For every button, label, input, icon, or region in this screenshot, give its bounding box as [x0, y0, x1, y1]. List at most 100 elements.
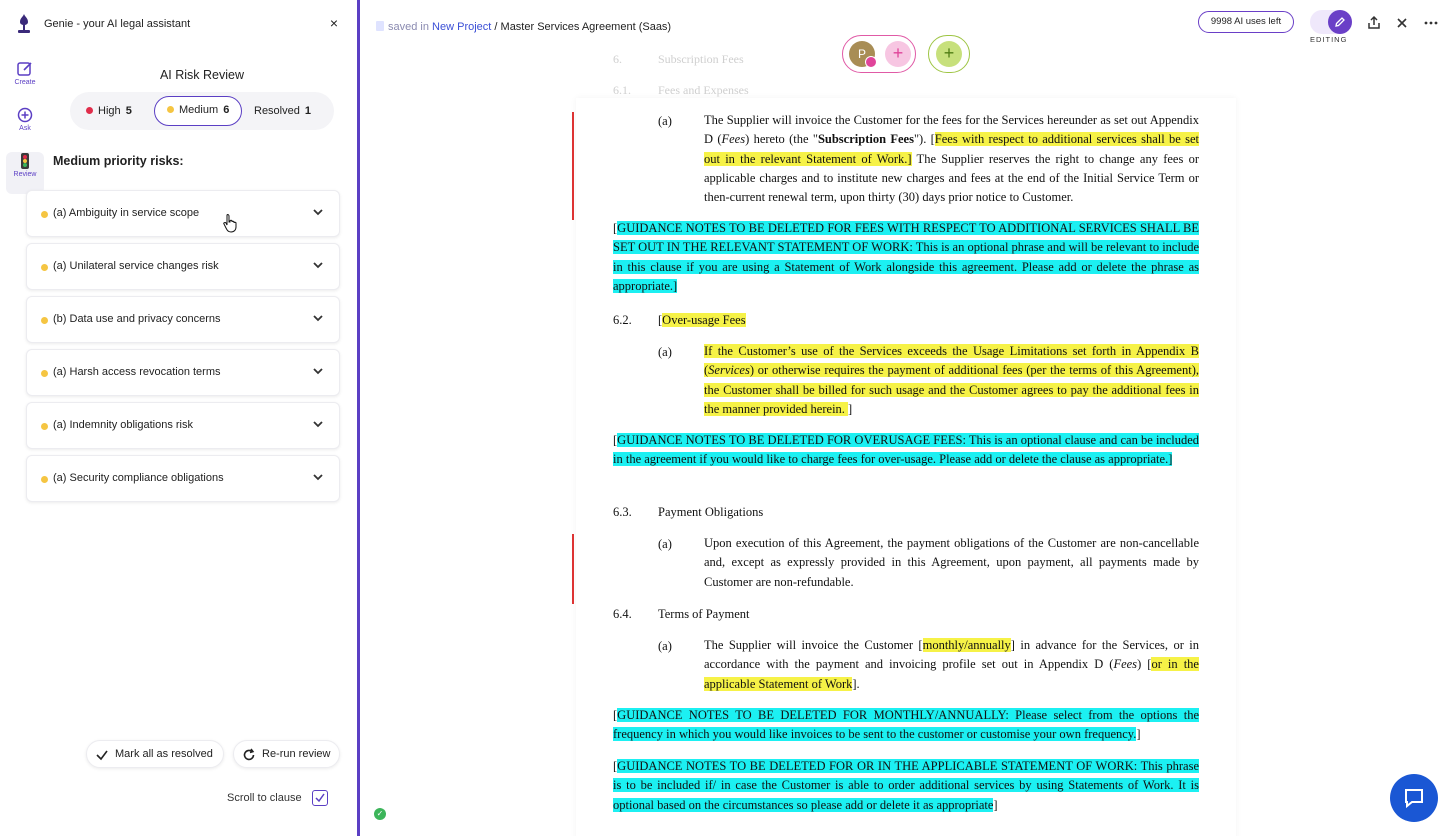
rail-item-ask[interactable]: Ask: [6, 106, 44, 148]
close-document-icon[interactable]: [1394, 15, 1410, 31]
highlighted-text: Over-usage Fees: [662, 313, 746, 327]
clause-paragraph[interactable]: Upon execution of this Agreement, the pa…: [704, 534, 1199, 592]
add-document-button[interactable]: +: [928, 35, 970, 73]
filter-high[interactable]: High 5: [86, 96, 146, 126]
ai-uses-badge: 9998 AI uses left: [1198, 11, 1294, 33]
risk-card[interactable]: (a) Security compliance obligations: [26, 455, 340, 502]
saved-in-label: saved in: [388, 21, 429, 33]
filter-medium-label: Medium: [179, 104, 219, 116]
para-number: (a): [658, 345, 672, 359]
bracket: ]: [848, 401, 853, 416]
chevron-down-icon[interactable]: [311, 470, 325, 484]
filter-resolved-count: 1: [304, 105, 312, 117]
filter-resolved[interactable]: Resolved 1: [254, 96, 326, 126]
guidance-note[interactable]: [GUIDANCE NOTES TO BE DELETED FOR OR IN …: [613, 757, 1199, 815]
medium-dot-icon: [167, 106, 174, 113]
faded-clause-title: Fees and Expenses: [658, 83, 749, 97]
review-title: AI Risk Review: [159, 68, 245, 82]
shield-icon: ✓: [374, 808, 386, 820]
text-run: ) or otherwise requires the payment of a…: [704, 363, 1199, 416]
share-icon[interactable]: [1366, 15, 1382, 31]
mark-all-resolved-button[interactable]: Mark all as resolved: [86, 740, 224, 768]
filter-high-label: High: [98, 105, 121, 117]
risk-label: (a) Harsh access revocation terms: [53, 366, 221, 378]
medium-dot-icon: [41, 211, 48, 218]
rerun-review-button[interactable]: Re-run review: [233, 740, 340, 768]
faded-clause-number: 6.1.: [613, 83, 631, 97]
text-run: Fees: [721, 132, 746, 147]
clause-number: 6.2.: [613, 313, 632, 327]
bracket: ]: [993, 797, 998, 812]
guidance-text: GUIDANCE NOTES TO BE DELETED FOR OR IN T…: [613, 759, 1199, 812]
text-run: Services: [708, 363, 750, 378]
editing-label: EDITING: [1310, 35, 1348, 44]
change-marker: [572, 534, 574, 604]
clause-paragraph[interactable]: The Supplier will invoice the Customer f…: [704, 111, 1199, 207]
para-number: (a): [658, 639, 672, 653]
chevron-down-icon[interactable]: [311, 417, 325, 431]
rail-label-create: Create: [14, 79, 36, 86]
document-icon: [376, 21, 384, 31]
risk-card[interactable]: (a) Unilateral service changes risk: [26, 243, 340, 290]
text-run: ].: [852, 676, 860, 691]
guidance-note[interactable]: [GUIDANCE NOTES TO BE DELETED FOR FEES W…: [613, 219, 1199, 296]
ask-icon: [17, 107, 33, 123]
guidance-note[interactable]: [GUIDANCE NOTES TO BE DELETED FOR OVERUS…: [613, 431, 1199, 470]
clause-title: [Over-usage Fees: [658, 313, 746, 328]
editing-toggle[interactable]: [1310, 10, 1352, 34]
highlighted-text: monthly/annually: [922, 638, 1011, 652]
check-icon: [96, 750, 108, 761]
clause-paragraph[interactable]: The Supplier will invoice the Customer […: [704, 636, 1199, 694]
risk-card[interactable]: (b) Data use and privacy concerns: [26, 296, 340, 343]
risk-label: (a) Ambiguity in service scope: [53, 207, 200, 219]
plus-icon: +: [936, 41, 962, 67]
risk-label: (a) Unilateral service changes risk: [53, 260, 219, 272]
checkmark-icon: [315, 793, 325, 803]
document-name: Master Services Agreement (Saas): [500, 21, 672, 33]
risk-label: (a) Indemnity obligations risk: [53, 419, 194, 431]
medium-dot-icon: [41, 476, 48, 483]
guidance-note[interactable]: [GUIDANCE NOTES TO BE DELETED FOR MONTHL…: [613, 706, 1199, 745]
clause-paragraph[interactable]: If the Customer’s use of the Services ex…: [704, 342, 1199, 419]
chevron-down-icon[interactable]: [311, 258, 325, 272]
app-root: Genie - your AI legal assistant × Create…: [0, 0, 1452, 836]
risk-label: (b) Data use and privacy concerns: [53, 313, 221, 325]
chevron-down-icon[interactable]: [311, 205, 325, 219]
clause-number: 6.4.: [613, 607, 632, 621]
refresh-icon: [243, 748, 255, 761]
mouse-pointer-icon: [223, 214, 237, 233]
edit-badge-icon: [865, 56, 877, 68]
text-run: ) hereto (the ": [745, 132, 818, 147]
more-options-icon[interactable]: [1423, 15, 1439, 31]
toggle-knob: [1328, 10, 1352, 34]
rail-label-review: Review: [13, 171, 37, 178]
chat-support-button[interactable]: [1390, 774, 1438, 822]
project-link[interactable]: New Project: [432, 21, 491, 33]
clause-title: Payment Obligations: [658, 505, 764, 519]
change-marker: [572, 112, 574, 220]
mark-all-resolved-label: Mark all as resolved: [115, 748, 213, 760]
filter-medium[interactable]: Medium 6: [154, 96, 242, 126]
rail-label-ask: Ask: [19, 125, 31, 132]
filter-high-count: 5: [125, 105, 132, 117]
rail-item-review[interactable]: Review: [6, 152, 44, 194]
risk-card[interactable]: (a) Harsh access revocation terms: [26, 349, 340, 396]
scroll-to-clause-label: Scroll to clause: [227, 792, 302, 804]
scroll-to-clause-checkbox[interactable]: [312, 790, 328, 806]
risk-card[interactable]: (a) Ambiguity in service scope: [26, 190, 340, 237]
medium-dot-icon: [41, 264, 48, 271]
bracket: ]: [1136, 727, 1141, 742]
breadcrumb-separator: /: [494, 21, 498, 33]
risk-card[interactable]: (a) Indemnity obligations risk: [26, 402, 340, 449]
side-rail: Create Ask Review: [6, 56, 44, 194]
chevron-down-icon[interactable]: [311, 364, 325, 378]
collaborators-group: P +: [842, 35, 916, 73]
create-icon: [17, 62, 32, 76]
close-icon[interactable]: ×: [326, 15, 342, 31]
section-title: Medium priority risks:: [53, 154, 184, 168]
genie-logo-icon: [18, 14, 30, 33]
chevron-down-icon[interactable]: [311, 311, 325, 325]
add-collaborator-button[interactable]: +: [885, 41, 911, 67]
rail-item-create[interactable]: Create: [6, 60, 44, 102]
text-run: Fees: [1113, 657, 1138, 672]
